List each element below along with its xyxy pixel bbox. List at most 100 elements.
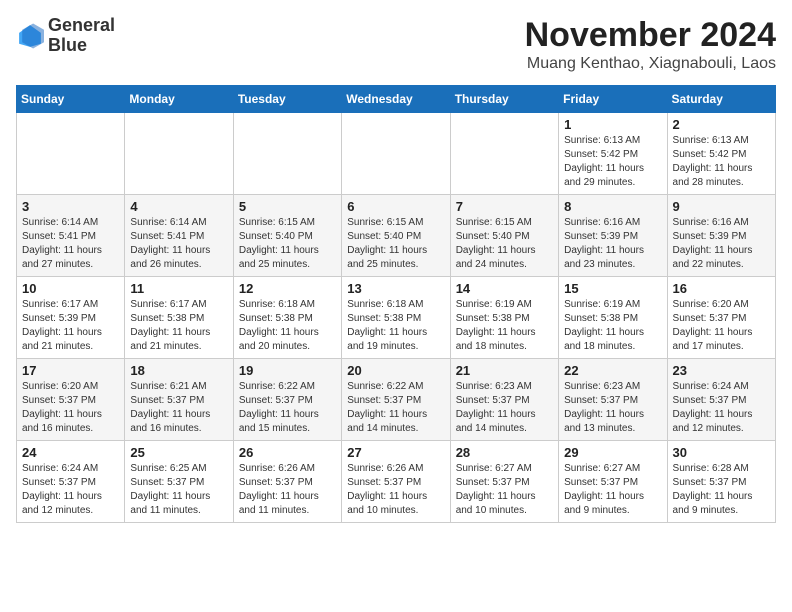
day-info: Sunrise: 6:15 AM Sunset: 5:40 PM Dayligh…: [456, 216, 553, 272]
day-number: 29: [564, 445, 661, 460]
calendar-cell: 12 Sunrise: 6:18 AM Sunset: 5:38 PM Dayli…: [233, 277, 341, 359]
day-number: 24: [22, 445, 119, 460]
calendar-cell: 20Sunrise: 6:22 AM Sunset: 5:37 PM Dayli…: [342, 359, 450, 441]
calendar-cell: [233, 113, 341, 195]
calendar-header-row: SundayMondayTuesdayWednesdayThursdayFrid…: [17, 86, 776, 113]
day-number: 22: [564, 363, 661, 378]
calendar-cell: [125, 113, 233, 195]
calendar-cell: 16 Sunrise: 6:20 AM Sunset: 5:37 PM Dayli…: [667, 277, 775, 359]
calendar-cell: 11Sunrise: 6:17 AM Sunset: 5:38 PM Dayli…: [125, 277, 233, 359]
day-number: 12: [239, 281, 336, 296]
day-number: 16: [673, 281, 770, 296]
day-number: 5: [239, 199, 336, 214]
calendar-cell: 3Sunrise: 6:14 AM Sunset: 5:41 PM Daylig…: [17, 195, 125, 277]
day-info: Sunrise: 6:19 AM Sunset: 5:38 PM Dayligh…: [564, 298, 661, 354]
calendar-table: SundayMondayTuesdayWednesdayThursdayFrid…: [16, 85, 776, 523]
calendar-cell: [342, 113, 450, 195]
day-info: Sunrise: 6:21 AM Sunset: 5:37 PM Dayligh…: [130, 380, 227, 436]
day-number: 18: [130, 363, 227, 378]
calendar-week-row: 3Sunrise: 6:14 AM Sunset: 5:41 PM Daylig…: [17, 195, 776, 277]
month-title: November 2024: [525, 16, 776, 55]
day-info: Sunrise: 6:28 AM Sunset: 5:37 PM Dayligh…: [673, 462, 770, 518]
day-number: 21: [456, 363, 553, 378]
day-info: Sunrise: 6:15 AM Sunset: 5:40 PM Dayligh…: [239, 216, 336, 272]
calendar-cell: 1 Sunrise: 6:13 AM Sunset: 5:42 PM Daylig…: [559, 113, 667, 195]
day-info: Sunrise: 6:20 AM Sunset: 5:37 PM Dayligh…: [22, 380, 119, 436]
day-number: 6: [347, 199, 444, 214]
day-info: Sunrise: 6:24 AM Sunset: 5:37 PM Dayligh…: [673, 380, 770, 436]
day-info: Sunrise: 6:26 AM Sunset: 5:37 PM Dayligh…: [347, 462, 444, 518]
logo-icon: [16, 22, 44, 50]
calendar-cell: 15 Sunrise: 6:19 AM Sunset: 5:38 PM Dayli…: [559, 277, 667, 359]
calendar-cell: 9 Sunrise: 6:16 AM Sunset: 5:39 PM Daylig…: [667, 195, 775, 277]
calendar-cell: 13Sunrise: 6:18 AM Sunset: 5:38 PM Dayli…: [342, 277, 450, 359]
calendar-week-row: 24 Sunrise: 6:24 AM Sunset: 5:37 PM Dayli…: [17, 441, 776, 523]
calendar-cell: [17, 113, 125, 195]
day-number: 14: [456, 281, 553, 296]
day-header-saturday: Saturday: [667, 86, 775, 113]
day-info: Sunrise: 6:17 AM Sunset: 5:38 PM Dayligh…: [130, 298, 227, 354]
day-number: 9: [673, 199, 770, 214]
location-subtitle: Muang Kenthao, Xiagnabouli, Laos: [525, 55, 776, 73]
day-header-sunday: Sunday: [17, 86, 125, 113]
calendar-cell: 14 Sunrise: 6:19 AM Sunset: 5:38 PM Dayli…: [450, 277, 558, 359]
day-header-tuesday: Tuesday: [233, 86, 341, 113]
day-number: 3: [22, 199, 119, 214]
calendar-week-row: 1 Sunrise: 6:13 AM Sunset: 5:42 PM Daylig…: [17, 113, 776, 195]
day-info: Sunrise: 6:26 AM Sunset: 5:37 PM Dayligh…: [239, 462, 336, 518]
day-info: Sunrise: 6:27 AM Sunset: 5:37 PM Dayligh…: [456, 462, 553, 518]
day-info: Sunrise: 6:25 AM Sunset: 5:37 PM Dayligh…: [130, 462, 227, 518]
logo: General Blue: [16, 16, 115, 56]
page-header: General Blue November 2024 Muang Kenthao…: [16, 16, 776, 73]
calendar-cell: 17 Sunrise: 6:20 AM Sunset: 5:37 PM Dayli…: [17, 359, 125, 441]
calendar-cell: 23 Sunrise: 6:24 AM Sunset: 5:37 PM Dayli…: [667, 359, 775, 441]
calendar-cell: 2 Sunrise: 6:13 AM Sunset: 5:42 PM Daylig…: [667, 113, 775, 195]
day-info: Sunrise: 6:18 AM Sunset: 5:38 PM Dayligh…: [239, 298, 336, 354]
day-info: Sunrise: 6:13 AM Sunset: 5:42 PM Dayligh…: [673, 134, 770, 190]
calendar-cell: 26Sunrise: 6:26 AM Sunset: 5:37 PM Dayli…: [233, 441, 341, 523]
day-info: Sunrise: 6:22 AM Sunset: 5:37 PM Dayligh…: [347, 380, 444, 436]
day-number: 1: [564, 117, 661, 132]
day-number: 2: [673, 117, 770, 132]
day-info: Sunrise: 6:24 AM Sunset: 5:37 PM Dayligh…: [22, 462, 119, 518]
day-header-wednesday: Wednesday: [342, 86, 450, 113]
day-number: 17: [22, 363, 119, 378]
calendar-cell: 5 Sunrise: 6:15 AM Sunset: 5:40 PM Daylig…: [233, 195, 341, 277]
day-info: Sunrise: 6:16 AM Sunset: 5:39 PM Dayligh…: [564, 216, 661, 272]
day-info: Sunrise: 6:16 AM Sunset: 5:39 PM Dayligh…: [673, 216, 770, 272]
logo-text: General Blue: [48, 16, 115, 56]
day-number: 8: [564, 199, 661, 214]
day-number: 25: [130, 445, 227, 460]
day-number: 10: [22, 281, 119, 296]
day-info: Sunrise: 6:23 AM Sunset: 5:37 PM Dayligh…: [564, 380, 661, 436]
day-info: Sunrise: 6:15 AM Sunset: 5:40 PM Dayligh…: [347, 216, 444, 272]
day-number: 28: [456, 445, 553, 460]
calendar-week-row: 17 Sunrise: 6:20 AM Sunset: 5:37 PM Dayli…: [17, 359, 776, 441]
calendar-cell: 25 Sunrise: 6:25 AM Sunset: 5:37 PM Dayli…: [125, 441, 233, 523]
day-number: 23: [673, 363, 770, 378]
day-info: Sunrise: 6:23 AM Sunset: 5:37 PM Dayligh…: [456, 380, 553, 436]
calendar-cell: 18 Sunrise: 6:21 AM Sunset: 5:37 PM Dayli…: [125, 359, 233, 441]
day-header-friday: Friday: [559, 86, 667, 113]
day-number: 27: [347, 445, 444, 460]
day-info: Sunrise: 6:27 AM Sunset: 5:37 PM Dayligh…: [564, 462, 661, 518]
day-number: 15: [564, 281, 661, 296]
title-block: November 2024 Muang Kenthao, Xiagnabouli…: [525, 16, 776, 73]
calendar-cell: 24 Sunrise: 6:24 AM Sunset: 5:37 PM Dayli…: [17, 441, 125, 523]
calendar-cell: 27 Sunrise: 6:26 AM Sunset: 5:37 PM Dayli…: [342, 441, 450, 523]
day-number: 13: [347, 281, 444, 296]
calendar-cell: 10Sunrise: 6:17 AM Sunset: 5:39 PM Dayli…: [17, 277, 125, 359]
calendar-cell: 4Sunrise: 6:14 AM Sunset: 5:41 PM Daylig…: [125, 195, 233, 277]
day-info: Sunrise: 6:13 AM Sunset: 5:42 PM Dayligh…: [564, 134, 661, 190]
calendar-cell: 28 Sunrise: 6:27 AM Sunset: 5:37 PM Dayli…: [450, 441, 558, 523]
calendar-cell: 22 Sunrise: 6:23 AM Sunset: 5:37 PM Dayli…: [559, 359, 667, 441]
day-number: 30: [673, 445, 770, 460]
day-info: Sunrise: 6:22 AM Sunset: 5:37 PM Dayligh…: [239, 380, 336, 436]
calendar-week-row: 10Sunrise: 6:17 AM Sunset: 5:39 PM Dayli…: [17, 277, 776, 359]
day-number: 4: [130, 199, 227, 214]
day-header-monday: Monday: [125, 86, 233, 113]
day-info: Sunrise: 6:19 AM Sunset: 5:38 PM Dayligh…: [456, 298, 553, 354]
day-info: Sunrise: 6:20 AM Sunset: 5:37 PM Dayligh…: [673, 298, 770, 354]
calendar-cell: 6 Sunrise: 6:15 AM Sunset: 5:40 PM Daylig…: [342, 195, 450, 277]
calendar-cell: [450, 113, 558, 195]
